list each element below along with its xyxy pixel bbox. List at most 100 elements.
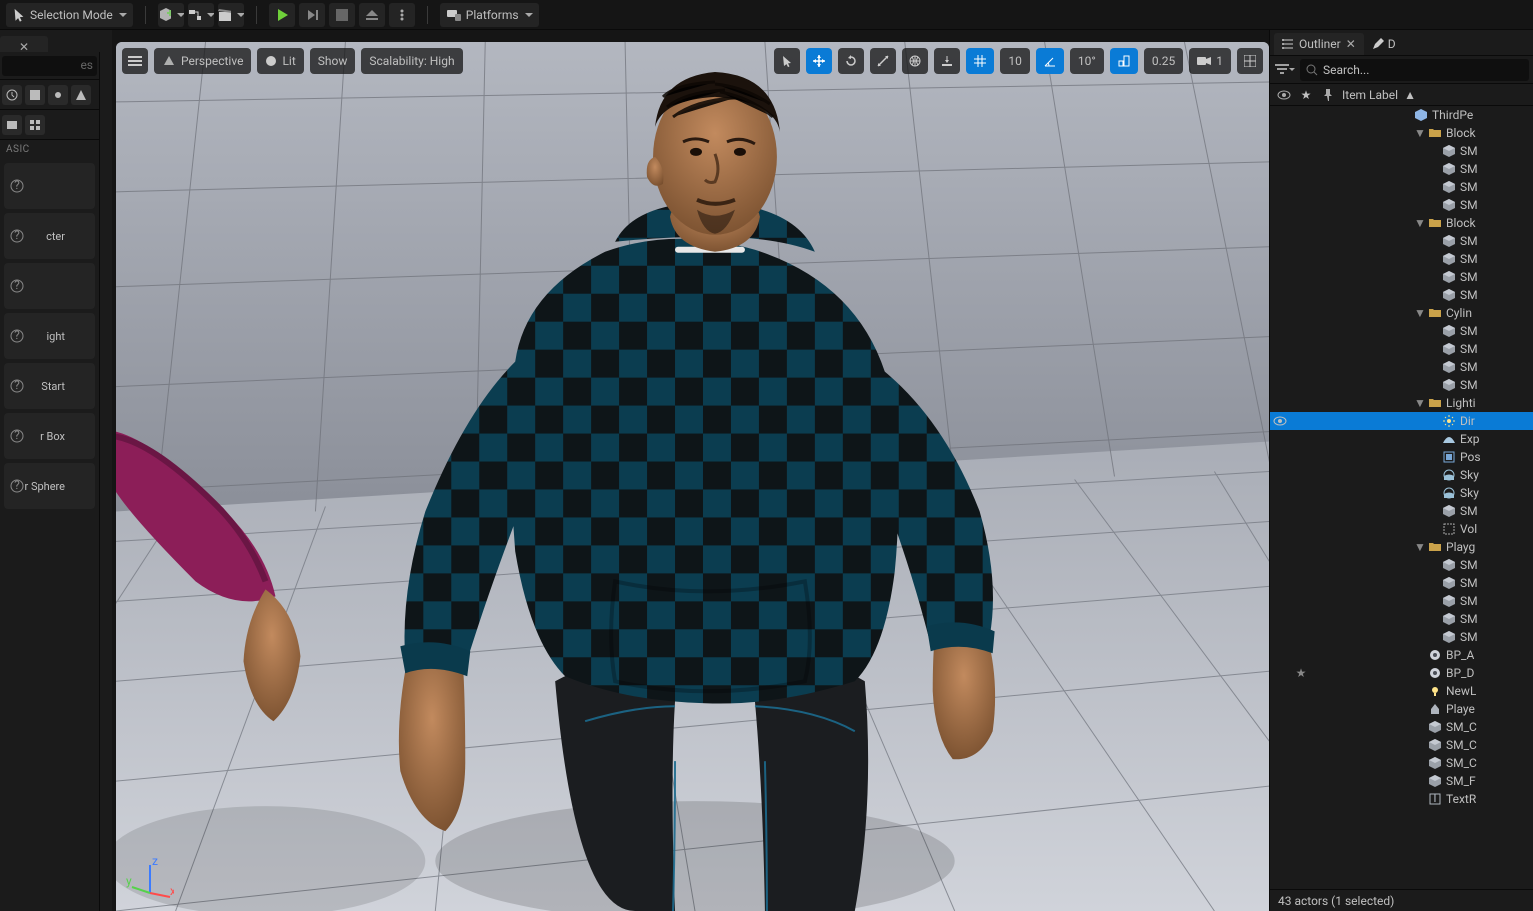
outliner-item[interactable]: SM: [1270, 574, 1533, 592]
outliner-item[interactable]: TTextR: [1270, 790, 1533, 808]
cinematics-dropdown[interactable]: [218, 3, 244, 27]
outliner-item[interactable]: Exp: [1270, 430, 1533, 448]
outliner-item[interactable]: SM: [1270, 250, 1533, 268]
outliner-item[interactable]: SM: [1270, 178, 1533, 196]
scale-snap-value[interactable]: 0.25: [1144, 48, 1183, 74]
outliner-item[interactable]: SM: [1270, 358, 1533, 376]
viewport-show-dropdown[interactable]: Show: [310, 48, 356, 74]
grid-snap-toggle[interactable]: [966, 48, 994, 74]
category-shapes-icon[interactable]: [71, 85, 91, 105]
place-actor-item[interactable]: r Sphere ?: [4, 463, 95, 509]
viewport-lit-dropdown[interactable]: Lit: [257, 48, 303, 74]
place-actor-item[interactable]: Start ?: [4, 363, 95, 409]
outliner-folder[interactable]: ▼Lighti: [1270, 394, 1533, 412]
outliner-item[interactable]: SM_C: [1270, 754, 1533, 772]
level-viewport[interactable]: Perspective Lit Show Scalability: High 1…: [116, 42, 1269, 911]
transform-rotate-button[interactable]: [838, 48, 864, 74]
place-actor-item[interactable]: ?: [4, 263, 95, 309]
scale-snap-toggle[interactable]: [1110, 48, 1138, 74]
item-label-column[interactable]: Item Label: [1342, 88, 1398, 102]
outliner-item[interactable]: SM_F: [1270, 772, 1533, 790]
outliner-item[interactable]: SM: [1270, 628, 1533, 646]
outliner-folder[interactable]: ▼Cylin: [1270, 304, 1533, 322]
place-actors-search[interactable]: es: [2, 56, 97, 76]
star-column-icon[interactable]: ★: [1298, 88, 1314, 102]
outliner-item[interactable]: SM: [1270, 160, 1533, 178]
outliner-item[interactable]: SM: [1270, 592, 1533, 610]
outliner-item[interactable]: Sky: [1270, 466, 1533, 484]
outliner-item[interactable]: SM: [1270, 610, 1533, 628]
eject-button[interactable]: [359, 3, 385, 27]
play-skip-button[interactable]: [299, 3, 325, 27]
outliner-search-input[interactable]: Search...: [1300, 59, 1529, 81]
viewport-scalability-dropdown[interactable]: Scalability: High: [361, 48, 462, 74]
help-icon[interactable]: ?: [10, 279, 24, 293]
angle-snap-toggle[interactable]: [1036, 48, 1064, 74]
stop-button[interactable]: [329, 3, 355, 27]
outliner-item[interactable]: Sky: [1270, 484, 1533, 502]
transform-select-button[interactable]: [774, 48, 800, 74]
viewport-options-button[interactable]: [122, 48, 148, 74]
disclosure-triangle[interactable]: ▼: [1414, 396, 1424, 410]
viewport-layout-button[interactable]: [1237, 48, 1263, 74]
outliner-item[interactable]: SM: [1270, 232, 1533, 250]
category-recent-icon[interactable]: [2, 85, 22, 105]
outliner-item[interactable]: SM: [1270, 340, 1533, 358]
category-all-icon[interactable]: [25, 115, 45, 135]
outliner-tab[interactable]: Outliner ✕: [1274, 33, 1364, 55]
outliner-folder[interactable]: ▼Block: [1270, 214, 1533, 232]
outliner-item[interactable]: Pos: [1270, 448, 1533, 466]
outliner-item[interactable]: SM_C: [1270, 736, 1533, 754]
details-tab[interactable]: D: [1366, 33, 1402, 55]
axis-gizmo[interactable]: z x y: [126, 853, 174, 901]
camera-speed[interactable]: 1: [1189, 48, 1231, 74]
platforms-dropdown[interactable]: Platforms: [440, 3, 539, 27]
outliner-item[interactable]: BP_A: [1270, 646, 1533, 664]
angle-snap-value[interactable]: 10°: [1070, 48, 1104, 74]
grid-snap-value[interactable]: 10: [1000, 48, 1030, 74]
outliner-item[interactable]: NewL: [1270, 682, 1533, 700]
disclosure-triangle[interactable]: ▼: [1414, 306, 1424, 320]
blueprint-dropdown[interactable]: [188, 3, 214, 27]
transform-scale-button[interactable]: [870, 48, 896, 74]
outliner-item[interactable]: SM: [1270, 286, 1533, 304]
outliner-item[interactable]: Vol: [1270, 520, 1533, 538]
visibility-toggle[interactable]: [1270, 416, 1290, 426]
category-media-icon[interactable]: [2, 115, 22, 135]
outliner-item[interactable]: SM: [1270, 376, 1533, 394]
pin-column-icon[interactable]: [1320, 89, 1336, 101]
outliner-item[interactable]: Playe: [1270, 700, 1533, 718]
selection-mode-dropdown[interactable]: Selection Mode: [6, 3, 133, 27]
close-icon[interactable]: ✕: [1346, 37, 1356, 51]
outliner-item[interactable]: SM_C: [1270, 718, 1533, 736]
outliner-folder[interactable]: ▼Playg: [1270, 538, 1533, 556]
help-icon[interactable]: ?: [10, 179, 24, 193]
category-basic-icon[interactable]: [25, 85, 45, 105]
place-actor-item[interactable]: ?: [4, 163, 95, 209]
outliner-item[interactable]: SM: [1270, 322, 1533, 340]
disclosure-triangle[interactable]: ▼: [1414, 126, 1424, 140]
disclosure-triangle[interactable]: ▼: [1414, 216, 1424, 230]
outliner-item[interactable]: SM: [1270, 268, 1533, 286]
disclosure-triangle[interactable]: ▼: [1414, 540, 1424, 554]
outliner-item[interactable]: ThirdPe: [1270, 106, 1533, 124]
star-toggle[interactable]: ★: [1294, 666, 1308, 680]
surface-snap-button[interactable]: [934, 48, 960, 74]
outliner-item[interactable]: ★BP_D: [1270, 664, 1533, 682]
visibility-column-icon[interactable]: [1276, 90, 1292, 100]
outliner-item[interactable]: SM: [1270, 142, 1533, 160]
add-content-dropdown[interactable]: [158, 3, 184, 27]
place-actor-item[interactable]: cter ?: [4, 213, 95, 259]
transform-translate-button[interactable]: [806, 48, 832, 74]
outliner-tree[interactable]: ThirdPe▼BlockSMSMSMSM▼BlockSMSMSMSM▼Cyli…: [1270, 106, 1533, 889]
outliner-item[interactable]: SM: [1270, 502, 1533, 520]
place-actor-item[interactable]: ight ?: [4, 313, 95, 359]
category-lights-icon[interactable]: [48, 85, 68, 105]
coord-space-button[interactable]: [902, 48, 928, 74]
outliner-folder[interactable]: ▼Block: [1270, 124, 1533, 142]
viewport-perspective-dropdown[interactable]: Perspective: [154, 48, 251, 74]
play-button[interactable]: [269, 3, 295, 27]
place-actor-item[interactable]: r Box ?: [4, 413, 95, 459]
outliner-item[interactable]: SM: [1270, 196, 1533, 214]
outliner-filter-button[interactable]: [1274, 59, 1296, 81]
